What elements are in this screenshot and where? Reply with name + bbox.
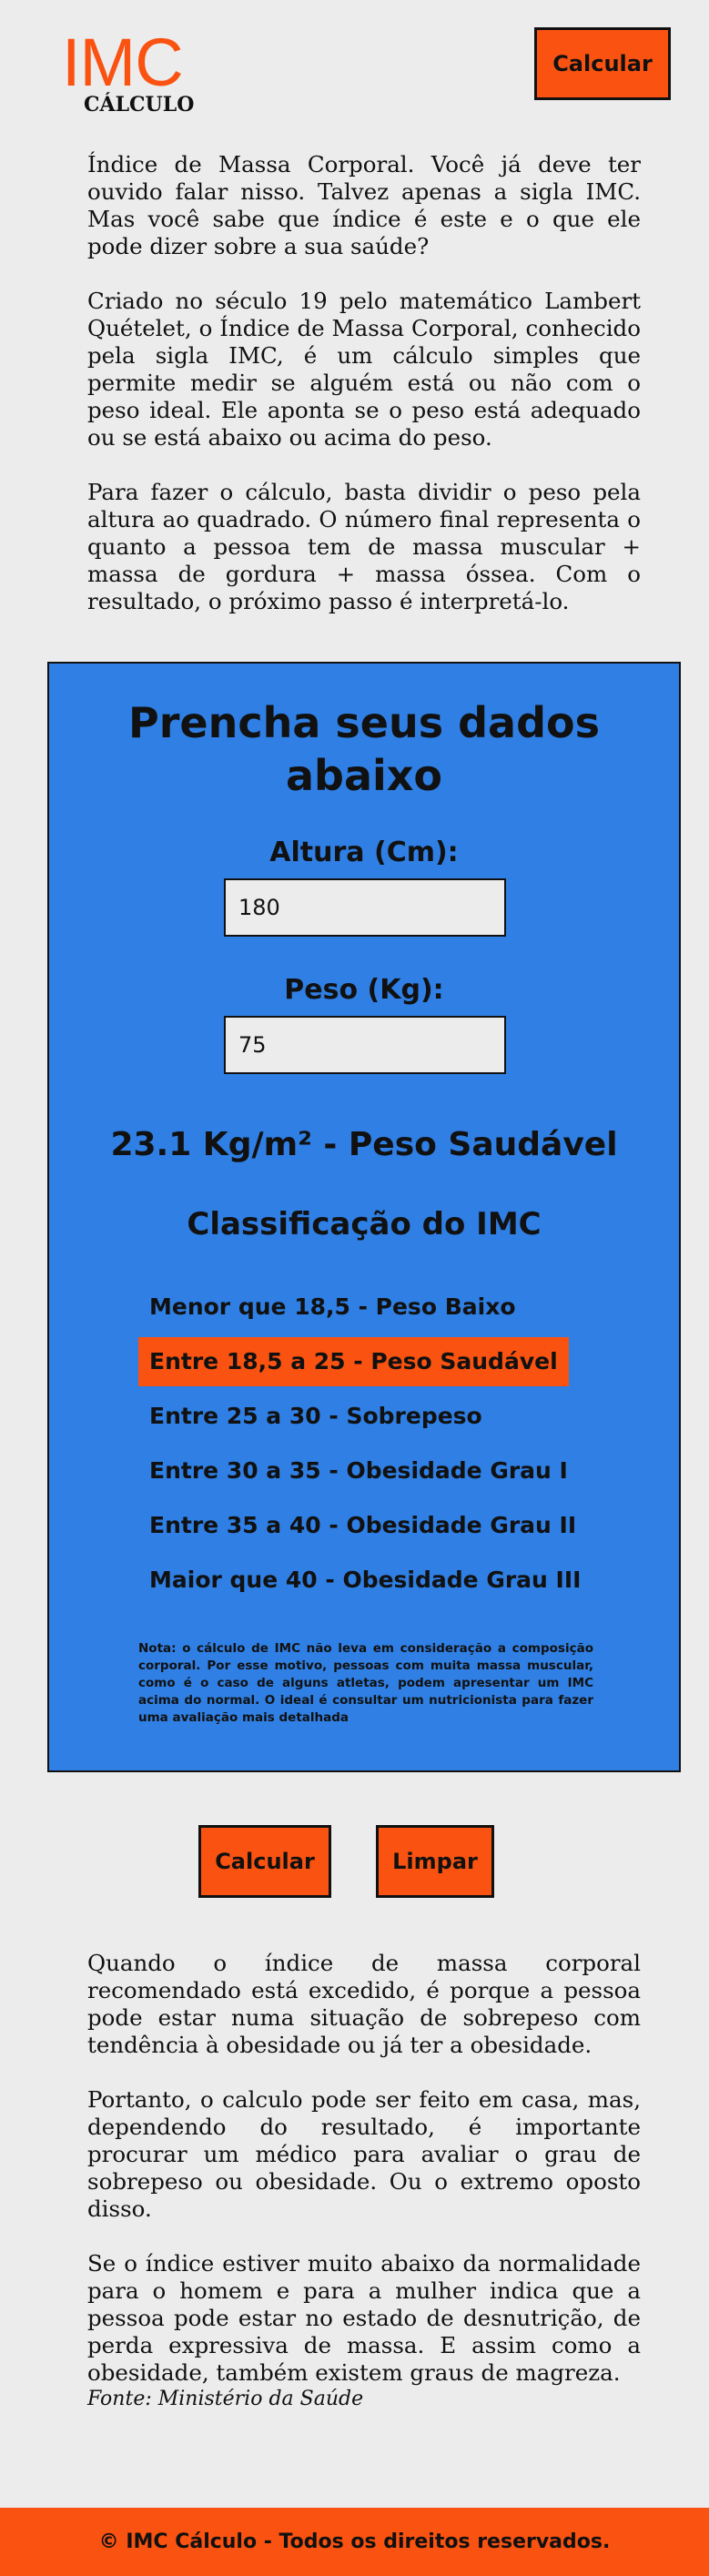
outro-paragraph-1: Quando o índice de massa corporal recome… <box>87 1950 641 2058</box>
outro-paragraph-2: Portanto, o calculo pode ser feito em ca… <box>87 2086 641 2222</box>
site-header: IMC CÁLCULO Calcular <box>0 0 709 137</box>
bmi-result: 23.1 Kg/m² - Peso Saudável <box>110 1126 618 1163</box>
logo-sub-text: CÁLCULO <box>84 93 195 117</box>
classification-item: Entre 35 a 40 - Obesidade Grau II <box>149 1512 577 1538</box>
weight-label: Peso (Kg): <box>284 974 444 1006</box>
classification-title: Classificação do IMC <box>187 1206 542 1242</box>
logo-main-text: IMC <box>62 25 184 100</box>
height-input[interactable] <box>224 878 506 937</box>
site-footer: © IMC Cálculo - Todos os direitos reserv… <box>0 2508 709 2576</box>
form-title: Prencha seus dados abaixo <box>127 698 601 800</box>
classification-item: Maior que 40 - Obesidade Grau III <box>149 1567 582 1593</box>
classification-item: Entre 30 a 35 - Obesidade Grau I <box>149 1457 568 1484</box>
outro-paragraph-3: Se o índice estiver muito abaixo da norm… <box>87 2250 641 2386</box>
clear-button[interactable]: Limpar <box>376 1825 494 1898</box>
intro-paragraph-2: Criado no século 19 pelo matemático Lamb… <box>87 288 641 451</box>
calculate-button[interactable]: Calcular <box>198 1825 331 1898</box>
source-citation: Fonte: Ministério da Saúde <box>87 2388 364 2410</box>
weight-input[interactable] <box>224 1016 506 1074</box>
classification-item: Entre 25 a 30 - Sobrepeso <box>149 1403 482 1429</box>
classification-item: Menor que 18,5 - Peso Baixo <box>149 1293 516 1320</box>
intro-paragraph-3: Para fazer o cálculo, basta dividir o pe… <box>87 479 641 614</box>
logo[interactable]: IMC CÁLCULO <box>62 25 208 117</box>
outro-text: Quando o índice de massa corporal recome… <box>87 1950 641 2414</box>
intro-paragraph-1: Índice de Massa Corporal. Você já deve t… <box>87 151 641 259</box>
classification-list: Menor que 18,5 - Peso Baixo Entre 18,5 a… <box>138 1283 593 1610</box>
intro-text: Índice de Massa Corporal. Você já deve t… <box>87 151 641 643</box>
classification-item-active: Entre 18,5 a 25 - Peso Saudável <box>138 1337 569 1386</box>
height-label: Altura (Cm): <box>269 837 459 868</box>
header-calculate-button[interactable]: Calcular <box>534 27 671 100</box>
disclaimer-note: Nota: o cálculo de IMC não leva em consi… <box>138 1641 593 1725</box>
bmi-form-panel: Prencha seus dados abaixo Altura (Cm): P… <box>47 662 681 1772</box>
footer-copyright: © IMC Cálculo - Todos os direitos reserv… <box>98 2530 611 2553</box>
